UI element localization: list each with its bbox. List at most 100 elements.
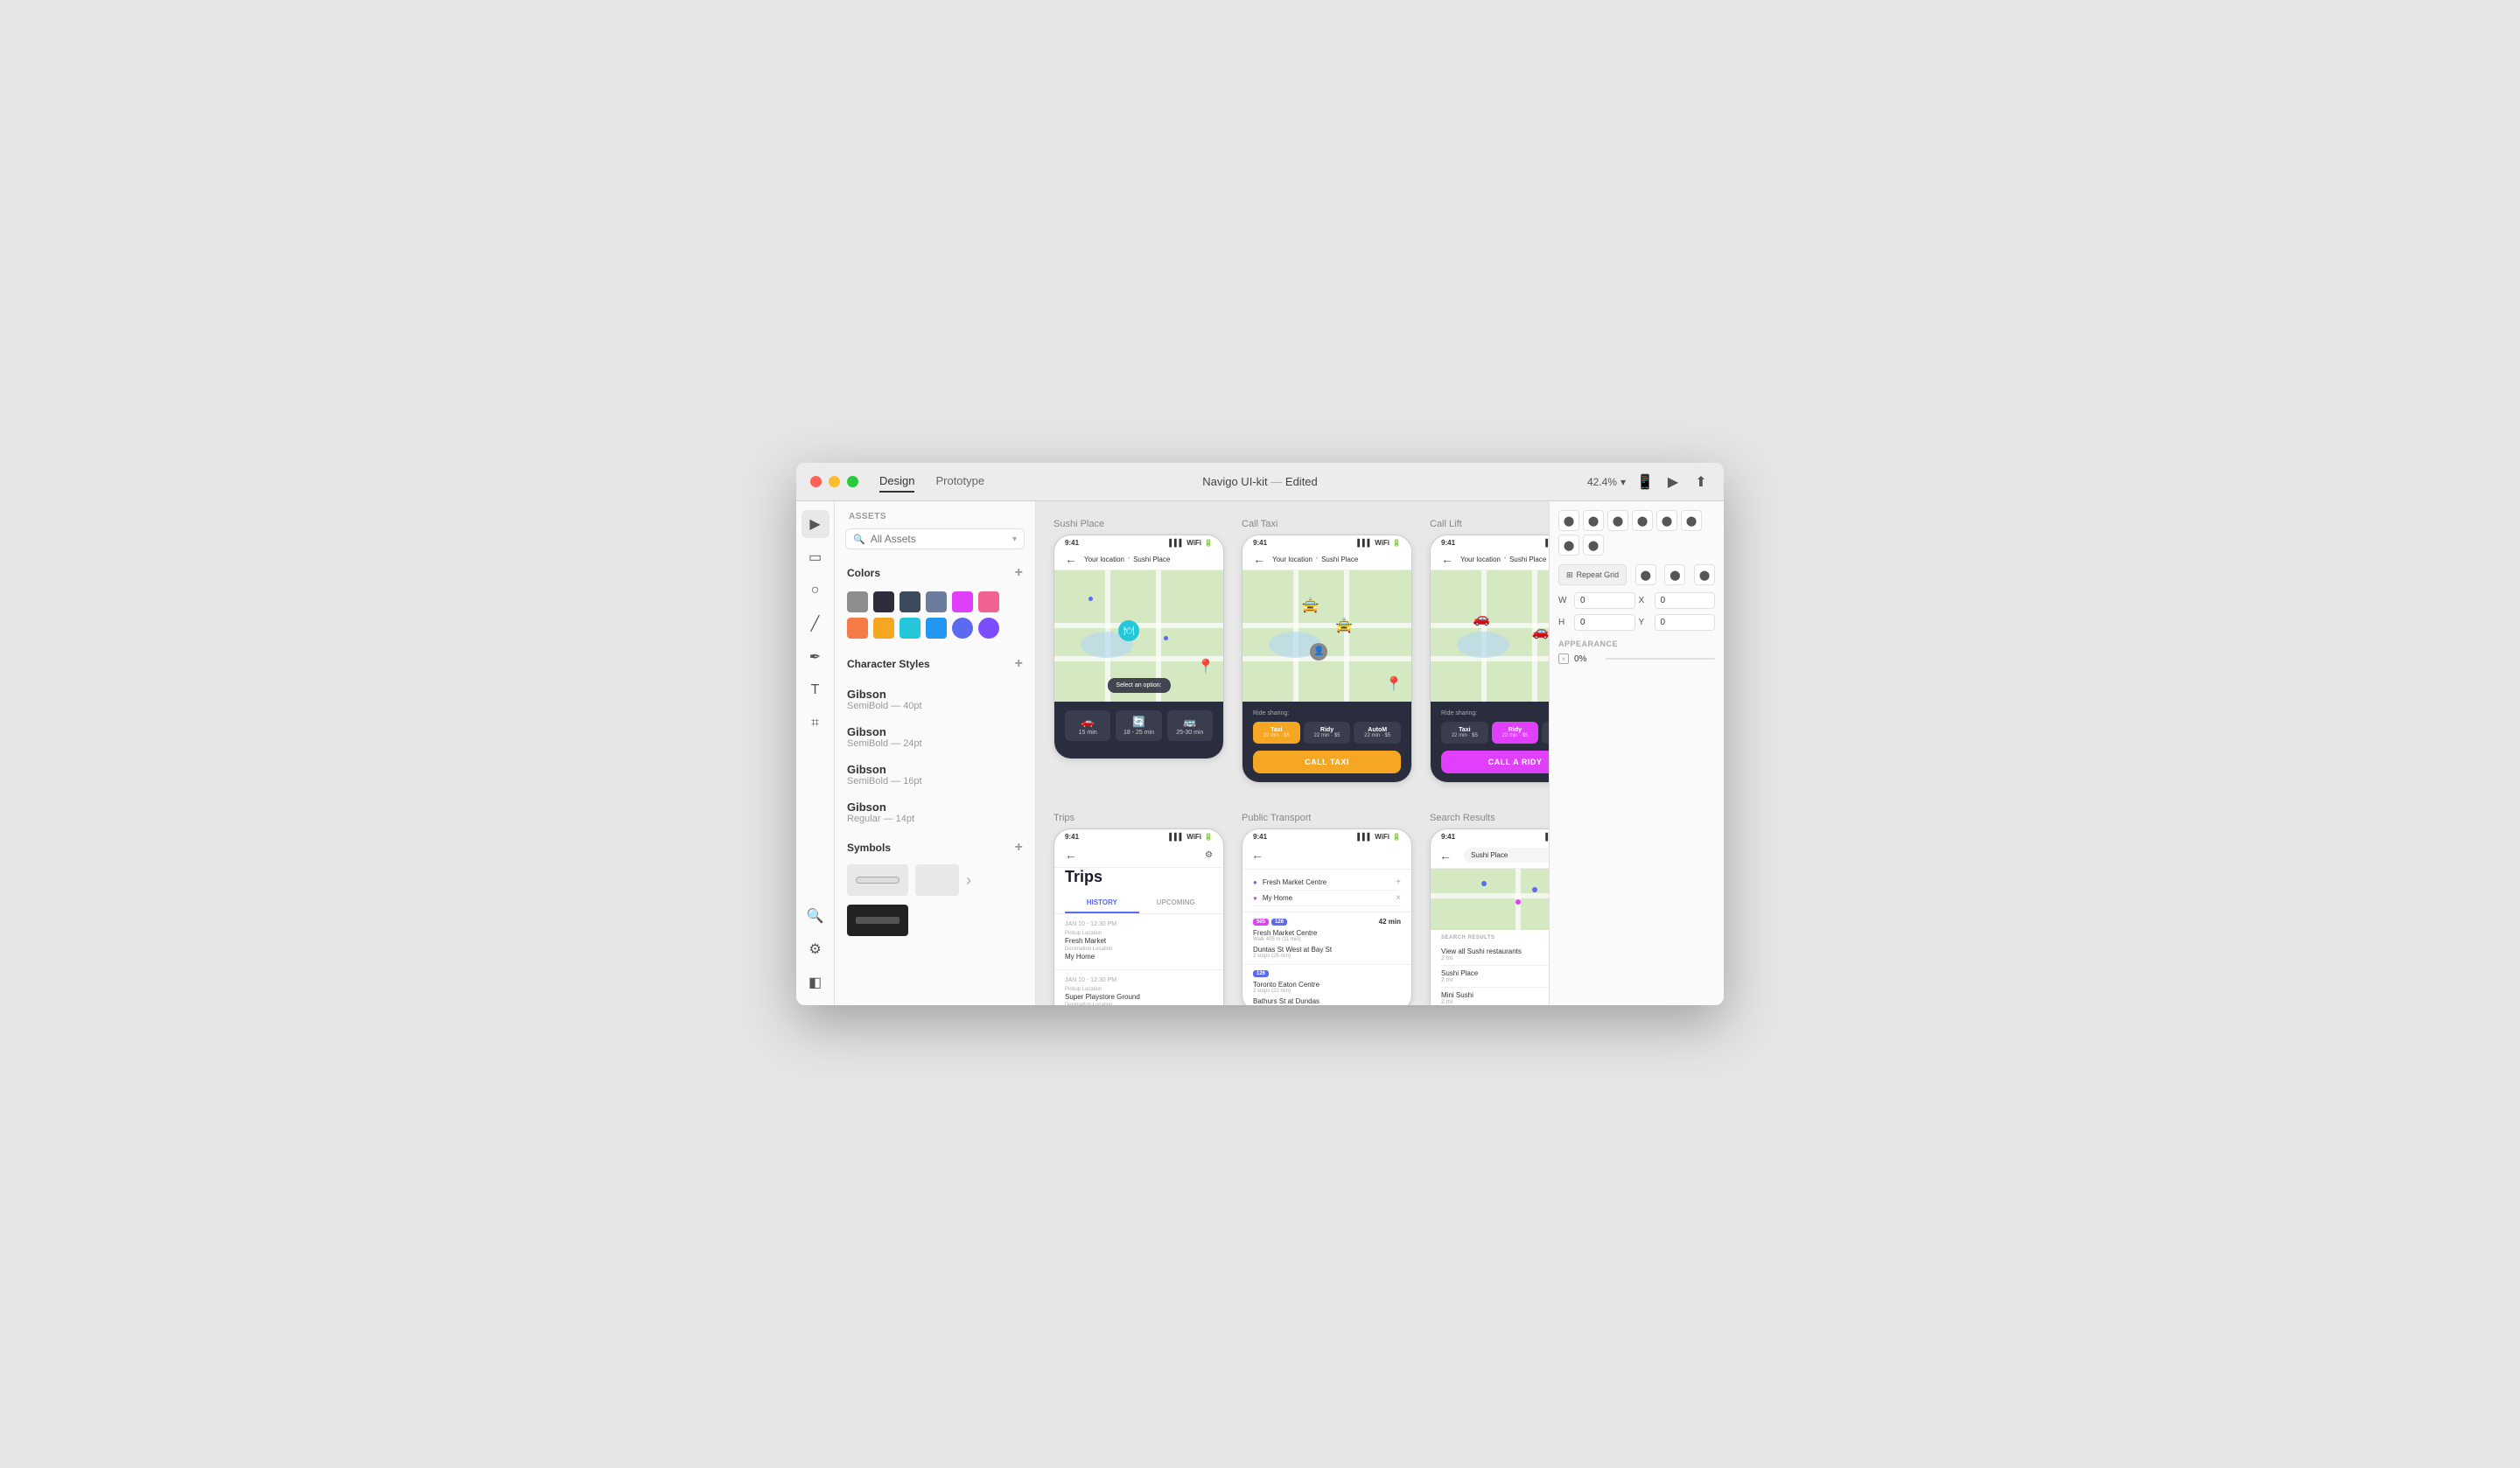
tab-prototype[interactable]: Prototype <box>935 471 984 493</box>
align-distribute-icon[interactable]: ⬤ <box>1632 510 1653 531</box>
add-color-button[interactable]: + <box>1015 565 1023 581</box>
search-results-label: SEARCH RESULTS <box>1441 935 1549 940</box>
color-swatch[interactable] <box>952 618 973 639</box>
symbol-expand-arrow[interactable]: › <box>966 871 971 890</box>
tab-design[interactable]: Design <box>879 471 914 493</box>
ride-type-autom[interactable]: AutoM 22 min · $5 <box>1354 722 1401 744</box>
char-style-item[interactable]: Gibson SemiBold — 40pt <box>835 681 1035 718</box>
color-swatch[interactable] <box>900 618 920 639</box>
status-bar: 9:41 ▌▌▌WiFi🔋 <box>1242 829 1411 842</box>
call-ridy-button[interactable]: CALL A RIDY <box>1441 751 1549 773</box>
align-bottom-icon[interactable]: ⬤ <box>1558 535 1579 556</box>
back-icon[interactable]: ← <box>1251 848 1264 862</box>
add-symbol-button[interactable]: + <box>1015 840 1023 856</box>
trip-dest: Destination Location My Home <box>1065 947 1213 961</box>
align-left-icon[interactable]: ⬤ <box>1558 510 1579 531</box>
back-icon[interactable]: ← <box>1441 552 1453 566</box>
text-tool[interactable]: T <box>802 676 830 704</box>
align-center-h-icon[interactable]: ⬤ <box>1583 510 1604 531</box>
color-swatch[interactable] <box>847 591 868 612</box>
align-top-icon[interactable]: ⬤ <box>1656 510 1677 531</box>
fullscreen-button[interactable] <box>847 476 858 487</box>
pen-tool[interactable]: ✒ <box>802 643 830 671</box>
plugins-tool[interactable]: ⚙ <box>802 935 830 963</box>
symbol-box-input <box>847 864 908 896</box>
call-taxi-button[interactable]: CALL TAXI <box>1253 751 1401 773</box>
line-tool[interactable]: ╱ <box>802 610 830 638</box>
ride-type-ridy[interactable]: Ridy 22 min · $5 <box>1304 722 1351 744</box>
h-label: H <box>1558 618 1571 627</box>
canvas-area[interactable]: Sushi Place 9:41 ▌▌▌WiFi🔋 ← Your locatio… <box>1036 501 1549 1005</box>
back-icon[interactable]: ← <box>1439 849 1452 863</box>
color-swatch[interactable] <box>978 618 999 639</box>
repeat-grid-button[interactable]: ⊞ Repeat Grid <box>1558 564 1627 585</box>
char-style-desc: SemiBold — 16pt <box>847 776 1023 786</box>
ride-option-bus[interactable]: 🚌 25-30 min <box>1167 710 1213 741</box>
map-dot <box>1516 899 1521 905</box>
ride-type-autom[interactable]: AutoM 22 min · $5 <box>1542 722 1549 744</box>
y-input[interactable] <box>1655 614 1716 631</box>
tab-upcoming[interactable]: UPCOMING <box>1139 893 1214 913</box>
play-icon[interactable]: ▶ <box>1664 473 1682 491</box>
add-char-style-button[interactable]: + <box>1015 656 1023 672</box>
color-swatch[interactable] <box>847 618 868 639</box>
opacity-slider[interactable] <box>1606 658 1715 660</box>
width-input[interactable] <box>1574 592 1635 609</box>
share-icon[interactable]: ⬆ <box>1692 473 1710 491</box>
back-icon[interactable]: ← <box>1065 552 1077 566</box>
color-swatch[interactable] <box>873 591 894 612</box>
search-result-item[interactable]: Mini Sushi 2 mi › <box>1441 988 1549 1005</box>
char-style-name: Gibson <box>847 800 1023 814</box>
ride-option-car[interactable]: 🚗 15 min <box>1065 710 1110 741</box>
color-swatch[interactable] <box>926 591 947 612</box>
back-icon[interactable]: ← <box>1253 552 1265 566</box>
status-icons: ▌▌▌WiFi🔋 <box>1357 833 1401 841</box>
layers-tool[interactable]: ◧ <box>802 968 830 996</box>
height-input[interactable] <box>1574 614 1635 631</box>
color-swatch[interactable] <box>926 618 947 639</box>
select-tool[interactable]: ▶ <box>802 510 830 538</box>
minimize-button[interactable] <box>829 476 840 487</box>
trip-pickup: Pickup Location Fresh Market <box>1065 931 1213 945</box>
search-result-item[interactable]: View all Sushi restaurants 2 mi › <box>1441 944 1549 966</box>
align-middle-v-icon[interactable]: ⬤ <box>1681 510 1702 531</box>
align-right-icon[interactable]: ⬤ <box>1607 510 1628 531</box>
x-input[interactable] <box>1655 592 1716 609</box>
char-style-item[interactable]: Gibson Regular — 14pt <box>835 793 1035 831</box>
assets-search-input[interactable] <box>871 533 1007 545</box>
zoom-control[interactable]: 42.4% ▾ <box>1587 476 1626 488</box>
chevron-down-icon: ▾ <box>1620 476 1626 488</box>
close-button[interactable] <box>810 476 822 487</box>
mobile-preview-icon[interactable]: 📱 <box>1636 473 1654 491</box>
transport-route-2: 126 Toronto Eaton Centre 2 stops (22 min… <box>1242 965 1411 1005</box>
search-tool[interactable]: 🔍 <box>802 902 830 930</box>
y-label: Y <box>1639 618 1651 627</box>
duplicate-icon[interactable]: ⬤ <box>1664 564 1685 585</box>
ride-type-taxi[interactable]: Taxi 22 min · $5 <box>1253 722 1300 744</box>
back-icon[interactable]: ← <box>1065 848 1077 862</box>
color-swatch[interactable] <box>873 618 894 639</box>
distribute-v-icon[interactable]: ⬤ <box>1583 535 1604 556</box>
assets-search-bar[interactable]: 🔍 ▾ <box>845 528 1025 549</box>
crop-tool[interactable]: ⌗ <box>802 710 830 737</box>
ride-type-ridy[interactable]: Ridy 22 min · $5 <box>1492 722 1539 744</box>
color-swatch[interactable] <box>900 591 920 612</box>
color-swatch[interactable] <box>978 591 999 612</box>
share-icon: 🔄 <box>1119 716 1158 728</box>
search-bar-input[interactable]: Sushi Place <box>1464 848 1549 863</box>
opacity-checkbox[interactable]: × <box>1558 654 1569 664</box>
char-style-item[interactable]: Gibson SemiBold — 24pt <box>835 718 1035 756</box>
ride-option-share[interactable]: 🔄 18 - 25 min <box>1116 710 1161 741</box>
char-style-item[interactable]: Gibson SemiBold — 16pt <box>835 756 1035 793</box>
color-swatch[interactable] <box>952 591 973 612</box>
ride-type-taxi[interactable]: Taxi 22 min · $5 <box>1441 722 1488 744</box>
ungroup-icon[interactable]: ⬤ <box>1635 564 1656 585</box>
mask-icon[interactable]: ⬤ <box>1694 564 1715 585</box>
section-label-trips: Trips <box>1054 813 1224 823</box>
tab-history[interactable]: HISTORY <box>1065 893 1139 913</box>
ellipse-tool[interactable]: ○ <box>802 577 830 605</box>
rectangle-tool[interactable]: ▭ <box>802 543 830 571</box>
trips-tabs: HISTORY UPCOMING <box>1054 893 1223 914</box>
search-result-item[interactable]: Sushi Place 2 mi › <box>1441 966 1549 988</box>
symbol-box-rect <box>915 864 959 896</box>
